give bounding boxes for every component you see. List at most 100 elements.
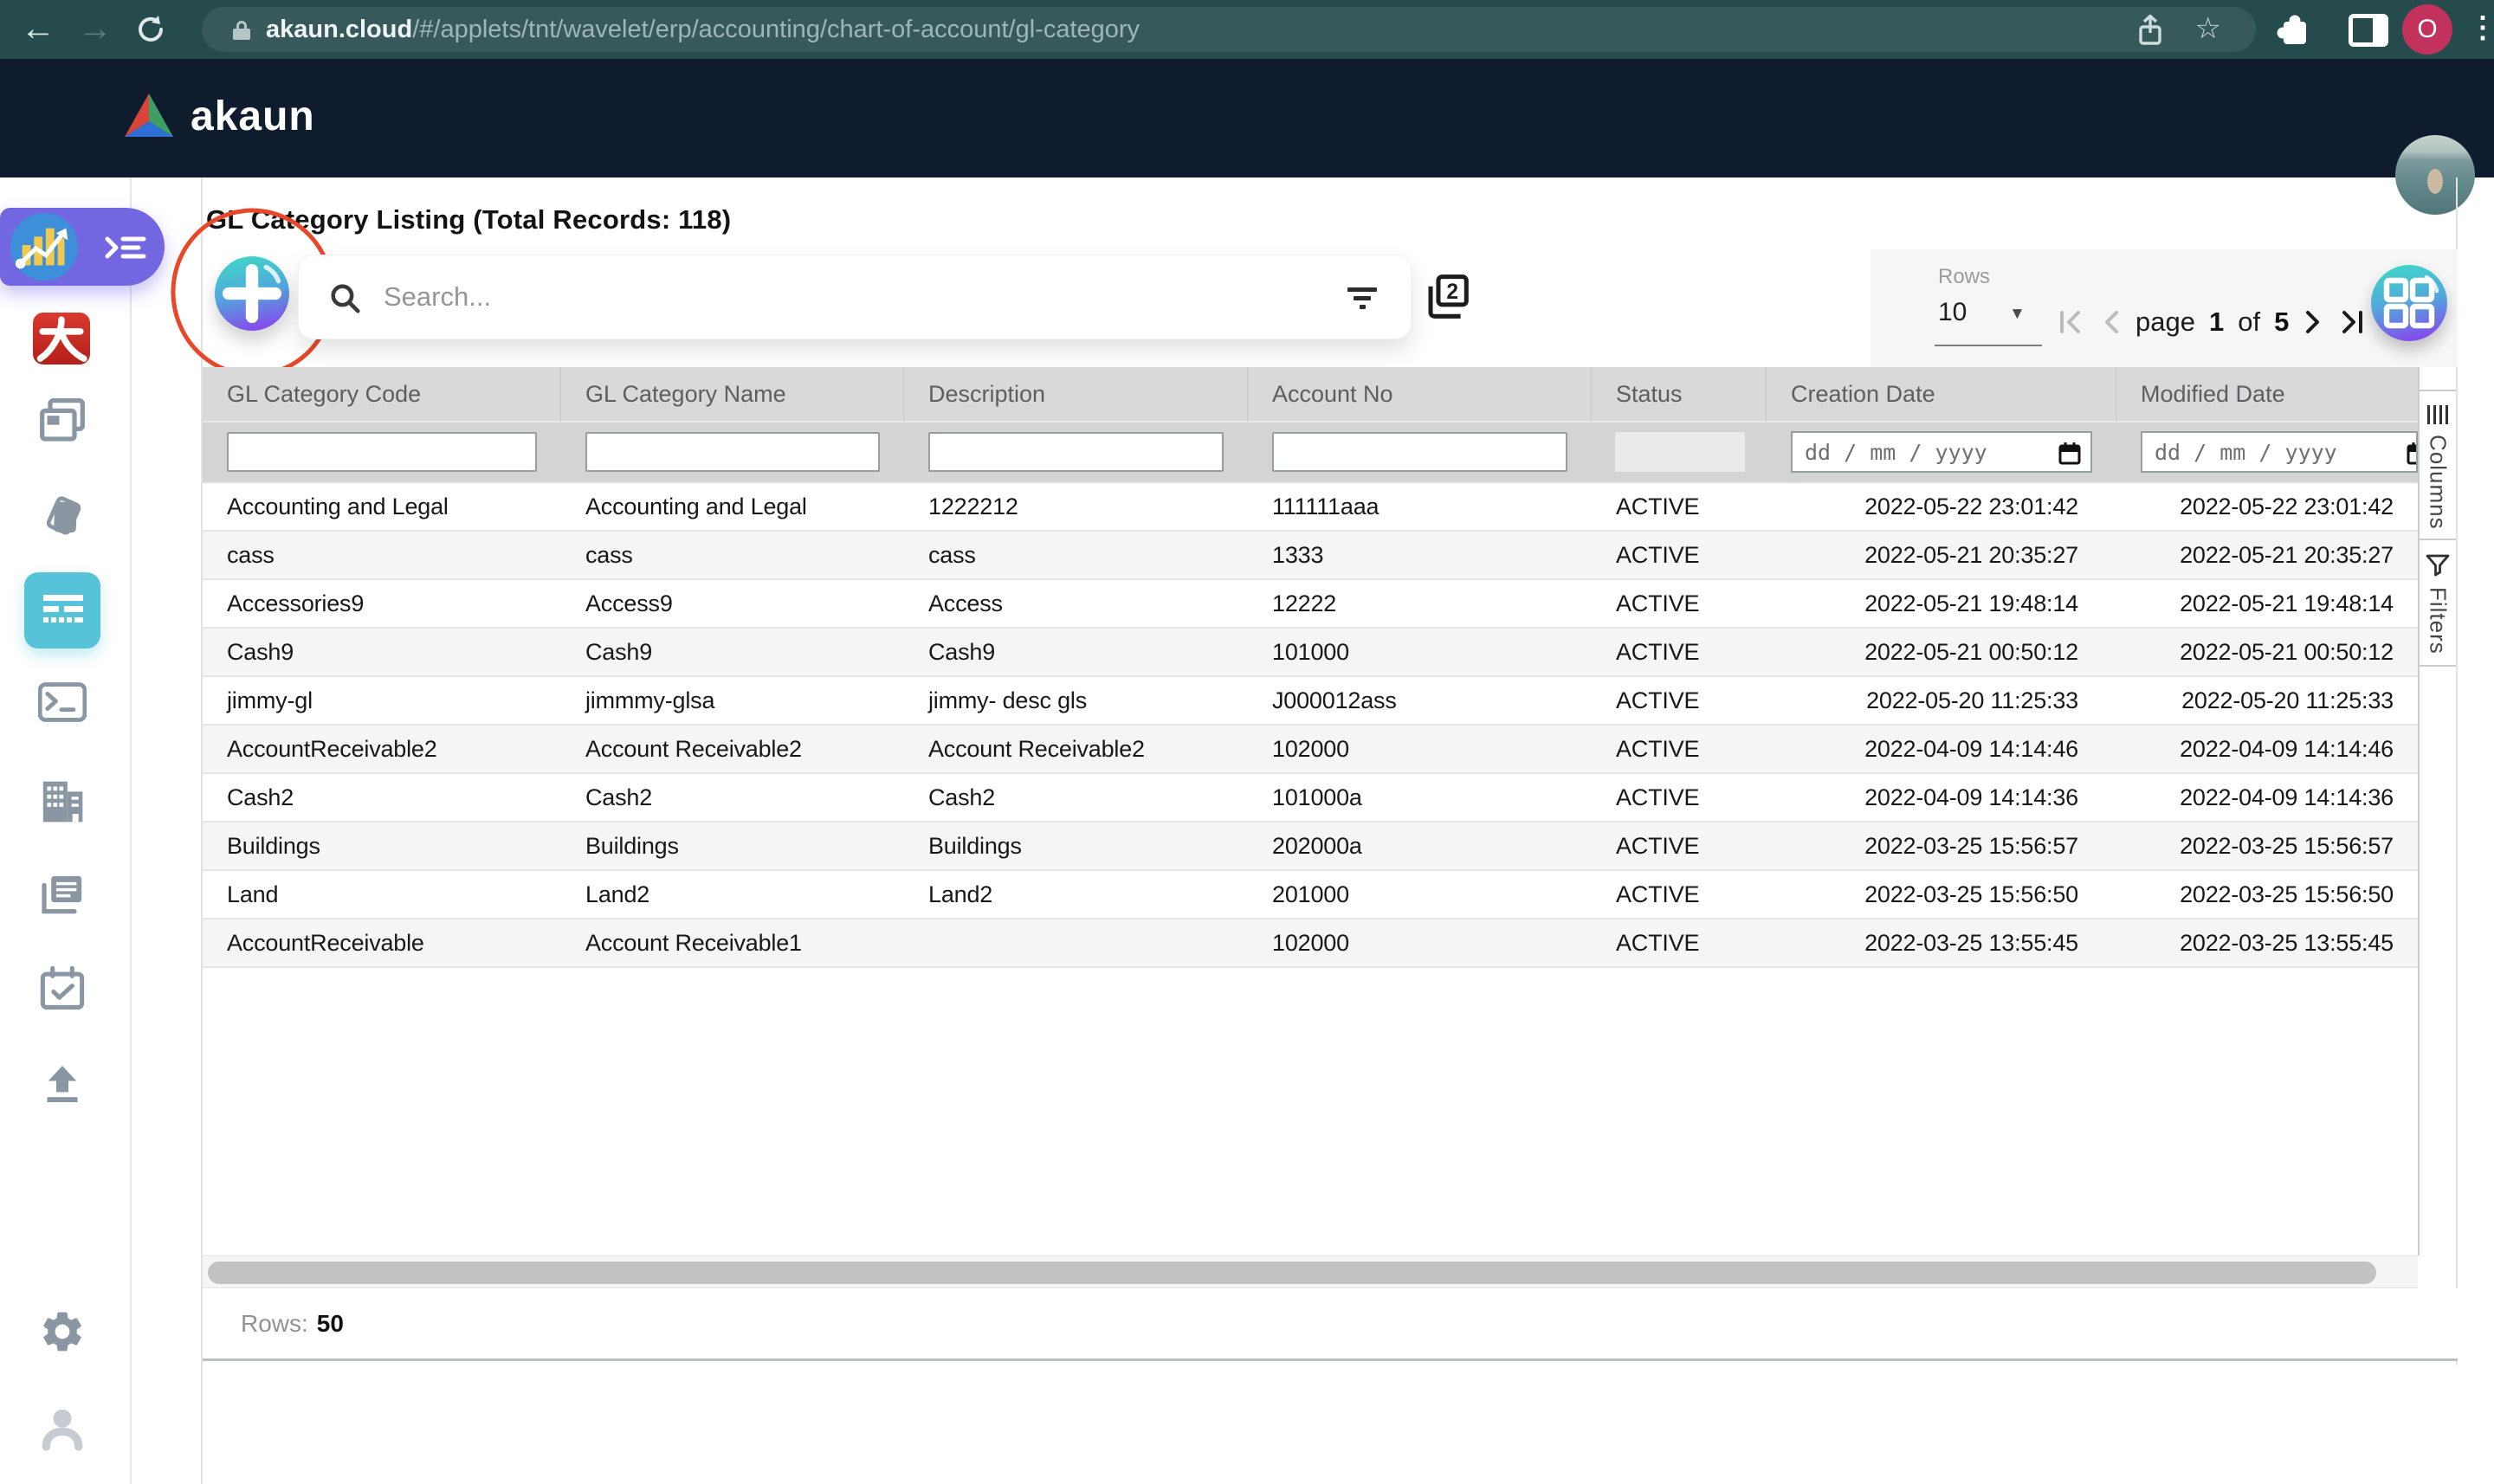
cell-name: Account Receivable2 <box>561 726 904 772</box>
settings-gear-icon[interactable] <box>38 1307 87 1356</box>
cell-modified: 2022-03-25 15:56:50 <box>2116 871 2418 918</box>
rows-per-page-label: Rows <box>1938 265 1990 289</box>
cell-description: Land2 <box>904 871 1248 918</box>
table-row[interactable]: AccountReceivable2 Account Receivable2 A… <box>203 726 2418 774</box>
table-row[interactable]: Accessories9 Access9 Access 12222 ACTIVE… <box>203 580 2418 629</box>
sidebar-item-pdf-applet[interactable] <box>33 313 90 365</box>
column-header-created[interactable]: Creation Date <box>1767 367 2116 421</box>
horizontal-scrollbar[interactable] <box>203 1255 2418 1288</box>
column-header-status[interactable]: Status <box>1592 367 1767 421</box>
filter-input-account[interactable] <box>1272 432 1567 472</box>
table-row[interactable]: jimmy-gl jimmmy-glsa jimmy- desc gls J00… <box>203 677 2418 726</box>
cell-modified: 2022-05-21 20:35:27 <box>2116 532 2418 578</box>
profile-person-icon[interactable] <box>38 1404 87 1453</box>
cell-description: Account Receivable2 <box>904 726 1248 772</box>
cell-status: ACTIVE <box>1592 823 1767 869</box>
sidebar-item-cards-applet[interactable] <box>38 492 87 540</box>
cell-code: jimmy-gl <box>203 677 561 724</box>
table-row[interactable]: Accounting and Legal Accounting and Lega… <box>203 483 2418 532</box>
cell-description: 1222212 <box>904 483 1248 530</box>
column-header-modified[interactable]: Modified Date <box>2116 367 2418 421</box>
last-page-icon[interactable] <box>2337 309 2367 335</box>
tab-filters[interactable]: Filters <box>2420 540 2456 667</box>
column-header-account[interactable]: Account No <box>1248 367 1592 421</box>
table-row[interactable]: Cash9 Cash9 Cash9 101000 ACTIVE 2022-05-… <box>203 629 2418 677</box>
previous-page-icon[interactable] <box>2101 309 2122 335</box>
sidebar-item-organization-applet[interactable] <box>38 777 87 826</box>
cell-description: Cash9 <box>904 629 1248 675</box>
share-icon[interactable] <box>2135 14 2166 47</box>
filter-input-description[interactable] <box>928 432 1224 472</box>
user-avatar[interactable] <box>2395 135 2475 215</box>
cell-account: 12222 <box>1248 580 1592 627</box>
sidebar-item-windows-applet[interactable] <box>38 397 87 445</box>
filter-date-created[interactable]: dd / mm / yyyy <box>1791 431 2092 473</box>
browser-menu-icon[interactable]: ⋮ <box>2468 0 2494 59</box>
cell-modified: 2022-05-21 19:48:14 <box>2116 580 2418 627</box>
table-row[interactable]: AccountReceivable Account Receivable1 10… <box>203 919 2418 968</box>
rows-per-page-value[interactable]: 10 <box>1938 298 1967 327</box>
sidebar-item-calendar-applet[interactable] <box>38 966 87 1015</box>
sidebar-item-terminal-applet[interactable] <box>38 681 87 730</box>
browser-back-icon[interactable]: ← <box>21 0 55 59</box>
duplicate-view-icon[interactable]: 2 <box>1422 272 1472 322</box>
cell-modified: 2022-03-25 15:56:57 <box>2116 823 2418 869</box>
cell-description: Cash2 <box>904 774 1248 821</box>
bookmark-star-icon[interactable]: ☆ <box>2195 7 2221 52</box>
column-header-description[interactable]: Description <box>904 367 1248 421</box>
column-header-code[interactable]: GL Category Code <box>203 367 561 421</box>
cell-code: Accounting and Legal <box>203 483 561 530</box>
expand-menu-icon[interactable] <box>102 229 147 267</box>
add-record-button[interactable] <box>215 256 289 331</box>
cell-code: Land <box>203 871 561 918</box>
brand-logo[interactable]: akaun <box>121 90 315 142</box>
next-page-icon[interactable] <box>2303 309 2323 335</box>
rows-dropdown-caret-icon[interactable]: ▼ <box>2009 305 2026 324</box>
browser-reload-icon[interactable] <box>135 14 166 45</box>
calendar-icon[interactable] <box>2058 441 2082 467</box>
filter-date-modified[interactable]: dd / mm / yyyy <box>2141 431 2418 473</box>
url-host: akaun.cloud <box>266 16 412 43</box>
search-icon <box>328 281 363 316</box>
table-filter-row: dd / mm / yyyy dd / mm / yyyy <box>203 421 2418 481</box>
table-row[interactable]: Buildings Buildings Buildings 202000a AC… <box>203 823 2418 871</box>
grid-view-button[interactable] <box>2371 265 2447 341</box>
table-footer: Rows: 50 <box>203 1288 2458 1361</box>
filter-select-status[interactable] <box>1615 432 1745 472</box>
cell-modified: 2022-05-22 23:01:42 <box>2116 483 2418 530</box>
sidebar-item-accounting-applet-active[interactable] <box>24 572 100 648</box>
filter-list-icon[interactable] <box>1347 287 1379 311</box>
cell-name: Buildings <box>561 823 904 869</box>
footer-rows-value: 50 <box>317 1310 344 1338</box>
filter-input-name[interactable] <box>585 432 880 472</box>
side-panel-icon[interactable] <box>2349 14 2388 47</box>
cell-account: 1333 <box>1248 532 1592 578</box>
scrollbar-thumb[interactable] <box>208 1261 2376 1284</box>
cell-created: 2022-03-25 15:56:50 <box>1767 871 2116 918</box>
table-row[interactable]: Land Land2 Land2 201000 ACTIVE 2022-03-2… <box>203 871 2418 919</box>
cell-name: Access9 <box>561 580 904 627</box>
cell-account: J000012ass <box>1248 677 1592 724</box>
date-placeholder: dd / mm / yyyy <box>1805 440 1987 465</box>
browser-profile-avatar[interactable]: O <box>2402 4 2452 55</box>
calendar-icon[interactable] <box>2406 441 2418 467</box>
column-header-name[interactable]: GL Category Name <box>561 367 904 421</box>
table-row[interactable]: Cash2 Cash2 Cash2 101000a ACTIVE 2022-04… <box>203 774 2418 823</box>
first-page-icon[interactable] <box>2058 309 2087 335</box>
cell-status: ACTIVE <box>1592 532 1767 578</box>
cell-account: 201000 <box>1248 871 1592 918</box>
plus-icon <box>215 256 289 331</box>
filter-input-code[interactable] <box>227 432 537 472</box>
columns-bars-icon <box>2427 405 2448 424</box>
address-bar[interactable]: akaun.cloud/#/applets/tnt/wavelet/erp/ac… <box>202 7 2256 52</box>
tab-columns[interactable]: Columns <box>2420 391 2456 540</box>
cell-status: ACTIVE <box>1592 580 1767 627</box>
extensions-puzzle-icon[interactable] <box>2274 12 2310 48</box>
sidebar-item-applet-switcher[interactable] <box>0 208 165 286</box>
table-row[interactable]: cass cass cass 1333 ACTIVE 2022-05-21 20… <box>203 532 2418 580</box>
search-input[interactable] <box>384 261 1293 333</box>
browser-forward-icon[interactable]: → <box>78 0 113 59</box>
cell-account: 111111aaa <box>1248 483 1592 530</box>
sidebar-item-upload-applet[interactable] <box>38 1061 87 1110</box>
sidebar-item-library-applet[interactable] <box>38 873 87 921</box>
